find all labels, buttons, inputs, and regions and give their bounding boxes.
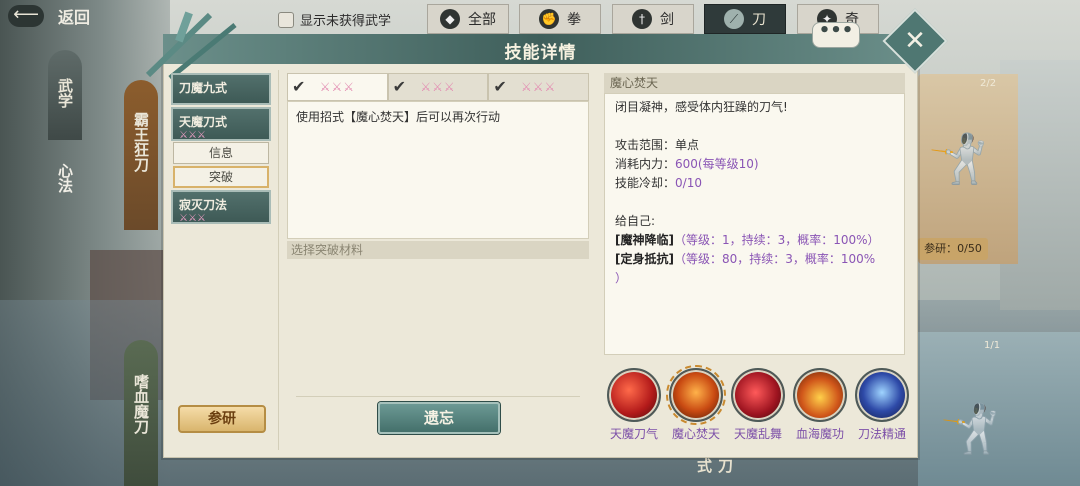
breakthrough-tab-3[interactable]: ✔ ⚔⚔⚔ [488,73,590,101]
demon-heart-icon [666,365,726,425]
divider [296,396,580,397]
tab-blade-label: 刀 [752,12,766,28]
cost-label: 消耗内力： [615,157,676,171]
sword-icon: † [632,9,652,29]
skill-name: 寂灭刀法 [179,198,228,212]
blade-qi-icon [607,368,661,422]
effect-2-tail: ） [615,271,628,285]
skill-icon-xuehai-mogong[interactable]: 血海魔功 [790,368,850,442]
attack-range-label: 攻击范围： [615,138,676,152]
skill-icon-name: 魔心焚天 [671,427,720,441]
bag-icon: ◆ [440,9,460,29]
skill-name: 刀魔九式 [179,81,228,95]
back-button[interactable]: ⟵ 返回 [8,4,90,28]
tab-sword[interactable]: † 剑 [612,4,694,34]
skill-card-bawang-label: 霸王狂刀 [132,112,150,172]
skill-icon-name: 天魔刀气 [609,427,658,441]
skill-card-1-count: 2/2 [980,78,997,89]
breakthrough-marks: ⚔⚔⚔ [319,80,355,94]
skill-card-shixue-label: 嗜血魔刀 [132,374,150,434]
skill-icon-daofa-jingtong[interactable]: 刀法精通 [852,368,912,442]
skill-detail-box: 闭目凝神，感受体内狂躁的刀气! 攻击范围：单点 消耗内力：600(每等级10) … [604,93,905,355]
back-arrow-icon: ⟵ [8,5,44,27]
skill-icon-name: 血海魔功 [795,427,844,441]
effect-2-name: [定身抵抗] [615,252,674,266]
skill-icon-moxin-fentian[interactable]: 魔心焚天 [666,365,726,442]
nav-tab-martial-arts-label: 武学 [56,78,74,108]
show-unowned-checkbox[interactable] [278,11,294,28]
effect-2-detail: （等级：80，持续：3，概率：100% [673,252,876,266]
modal-title: 技能详情 [504,43,577,63]
sub-tab-breakthrough[interactable]: 突破 [173,166,269,188]
skill-detail-title: 魔心焚天 [604,73,905,93]
warrior-figure-icon: 🤺 [928,131,988,187]
skill-card-2-count: 1/1 [984,340,1001,351]
skill-flavor-text: 闭目凝神，感受体内狂躁的刀气! [615,100,788,114]
inner-power-cost-row: 消耗内力：600(每等级10) [615,155,894,174]
skill-list-item-tianmo[interactable]: 天魔刀式 ⚔⚔⚔ [171,107,271,141]
skill-icon-name: 刀法精通 [857,427,906,441]
skill-list-item-daomo[interactable]: 刀魔九式 [171,73,271,105]
skill-icon-tianmo-daoqi[interactable]: 天魔刀气 [604,368,664,442]
breakthrough-marks: ⚔⚔⚔ [420,80,456,94]
attack-range-value: 单点 [675,138,700,152]
cooldown-label: 技能冷却： [615,176,676,190]
tab-blade[interactable]: ⟋ 刀 [704,4,786,34]
skill-card-1-research: 参研：0/50 [918,238,988,260]
warrior-figure-2-icon: 🤺 [940,401,1000,457]
breakthrough-marks: ⚔⚔⚔ [179,213,206,224]
effect-row-1: [魔神降临]（等级：1，持续：3，概率：100%） [615,231,894,250]
skill-name: 天魔刀式 [179,115,228,129]
cost-value: 600(每等级10) [675,157,759,171]
attack-range-row: 攻击范围：单点 [615,136,894,155]
tab-sword-label: 剑 [660,12,674,28]
background-card-label: 刀式 [695,458,734,473]
back-label: 返回 [58,8,91,27]
skill-icon-tianmo-luanwu[interactable]: 天魔乱舞 [728,368,788,442]
sub-tab-info[interactable]: 信息 [173,142,269,164]
forget-button[interactable]: 遗忘 [378,402,500,434]
check-icon: ✔ [292,77,306,96]
breakthrough-description-text: 使用招式【魔心焚天】后可以再次行动 [296,110,501,124]
breakthrough-marks: ⚔⚔⚔ [179,130,206,141]
skill-list-item-jimie[interactable]: 寂灭刀法 ⚔⚔⚔ [171,190,271,224]
blade-icon: ⟋ [724,9,744,29]
skill-icons-row: 天魔刀气 魔心焚天 天魔乱舞 血海魔功 刀法精通 [604,365,912,448]
materials-header: 选择突破材料 [287,241,589,259]
tab-fist-label: 拳 [567,12,581,28]
divider [278,70,279,450]
breakthrough-level-tabs: ✔ ⚔⚔⚔ ✔ ⚔⚔⚔ ✔ ⚔⚔⚔ [287,73,590,101]
breakthrough-tab-2[interactable]: ✔ ⚔⚔⚔ [387,73,489,101]
show-unowned-label: 显示未获得武学 [300,14,392,29]
research-button[interactable]: 参研 [178,405,266,433]
mastery-icon [855,368,909,422]
check-icon: ✔ [493,77,507,96]
fist-icon: ✊ [539,9,559,29]
nav-tab-inner-arts-label[interactable]: 心法 [55,163,76,193]
tab-fist[interactable]: ✊ 拳 [519,4,601,34]
skill-icon-name: 天魔乱舞 [733,427,782,441]
effect-row-2: [定身抵抗]（等级：80，持续：3，概率：100% [615,250,894,269]
show-unowned-filter[interactable]: 显示未获得武学 [278,10,391,29]
effect-1-name: [魔神降临] [615,233,674,247]
tab-all[interactable]: ◆ 全部 [427,4,509,34]
close-icon: ✕ [904,26,926,56]
breakthrough-tab-1[interactable]: ✔ ⚔⚔⚔ [287,73,388,101]
self-effects-label: 给自己: [615,214,656,228]
cooldown-value: 0/10 [675,176,702,190]
tab-all-label: 全部 [468,12,496,28]
effect-1-detail: （等级：1，持续：3，概率：100%） [673,233,880,247]
blood-sea-icon [793,368,847,422]
chaos-dance-icon [731,368,785,422]
modal-header: 技能详情 [163,34,918,64]
check-icon: ✔ [392,77,407,96]
cooldown-row: 技能冷却：0/10 [615,174,894,193]
breakthrough-marks: ⚔⚔⚔ [521,80,557,94]
crossed-swords-decoration-icon [145,11,237,80]
breakthrough-description: 使用招式【魔心焚天】后可以再次行动 [287,101,589,239]
chat-bubble-button[interactable]: ••• [812,22,860,48]
